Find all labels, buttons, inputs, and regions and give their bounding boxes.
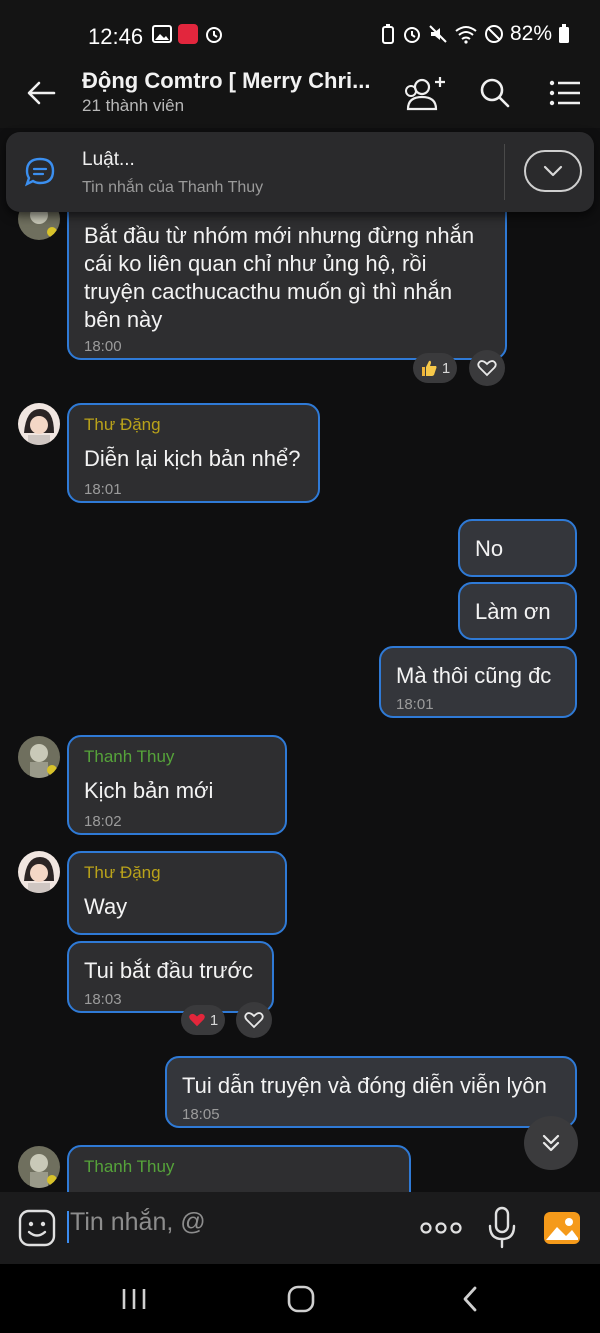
battery-saver-icon [381, 24, 394, 44]
message-time: 18:05 [182, 1106, 220, 1123]
message-bubble[interactable]: Tui bắt đầu trước 18:03 [67, 941, 274, 1013]
expand-pinned-button[interactable] [524, 150, 582, 192]
alarm-notification-icon [206, 27, 222, 43]
avatar[interactable] [18, 851, 60, 893]
do-not-disturb-icon [484, 25, 503, 43]
nav-back-icon [463, 1286, 477, 1312]
sender-name[interactable]: Thư Đặng [84, 863, 161, 883]
more-options-icon[interactable] [418, 1212, 464, 1244]
react-heart-button[interactable] [469, 350, 505, 386]
message-list[interactable]: Bắt đầu từ nhóm mới nhưng đừng nhắn cái … [0, 128, 600, 1192]
message-time: 18:03 [84, 991, 122, 1008]
recent-apps-icon [122, 1289, 146, 1309]
group-title[interactable]: Động Comtro [ Merry Chri... [82, 68, 382, 94]
mangatoon-app-icon [178, 24, 198, 44]
message-text: truyện cacthucacthu muốn gì thì nhắn [84, 279, 453, 304]
divider [504, 144, 505, 200]
sender-name[interactable]: Thanh Thuy [84, 747, 174, 767]
home-button[interactable] [281, 1284, 321, 1314]
add-member-icon [405, 77, 445, 111]
reaction-count: 1 [441, 359, 451, 377]
system-navigation-bar [0, 1264, 600, 1333]
message-bubble-outgoing[interactable]: No [458, 519, 577, 577]
message-text: Tui dẫn truyện và đóng diễn viễn lyôn [182, 1073, 547, 1098]
chevron-down-icon [543, 165, 563, 177]
reaction-chip[interactable]: 1 [413, 353, 457, 383]
message-input-bar [0, 1192, 600, 1264]
message-bubble[interactable]: Thanh Thuy Kịch bản mới 18:02 [67, 735, 287, 835]
message-text: Diễn lại kịch bản nhể? [84, 446, 301, 471]
message-text: No [475, 536, 504, 561]
microphone-icon[interactable] [486, 1206, 518, 1250]
reaction-count: 1 [209, 1011, 219, 1029]
pinned-subtitle: Tin nhắn của Thanh Thuy [82, 179, 264, 196]
pinned-title: Luật... [82, 149, 135, 170]
gallery-notification-icon [152, 25, 172, 43]
avatar-image [18, 403, 60, 445]
back-arrow-icon[interactable] [24, 76, 58, 110]
heart-icon [189, 1013, 205, 1027]
message-text: Tui bắt đầu trước [84, 958, 253, 983]
home-icon [287, 1285, 315, 1313]
heart-outline-icon [477, 360, 497, 377]
member-count[interactable]: 21 thành viên [82, 96, 184, 116]
double-chevron-down-icon [542, 1134, 560, 1152]
message-bubble-outgoing[interactable]: Tui dẫn truyện và đóng diễn viễn lyôn 18… [165, 1056, 577, 1128]
reaction-chip[interactable]: 1 [181, 1005, 225, 1035]
battery-percent: 82% [509, 22, 552, 45]
sticker-emoji-icon[interactable] [18, 1209, 56, 1247]
message-text: Bắt đầu từ nhóm mới nhưng đừng nhắn [84, 223, 475, 248]
avatar-image [18, 1146, 60, 1188]
mute-icon [429, 25, 447, 43]
message-bubble[interactable]: Thư Đặng Way [67, 851, 287, 935]
message-bubble[interactable]: Bắt đầu từ nhóm mới nhưng đừng nhắn cái … [67, 198, 507, 360]
message-text: Mà thôi cũng đc [396, 663, 552, 688]
message-text: bên này [84, 307, 163, 332]
wifi-icon [455, 26, 477, 44]
status-bar: 12:46 82% [0, 0, 600, 56]
avatar[interactable] [18, 736, 60, 778]
message-time: 18:01 [84, 481, 122, 498]
nav-back-button[interactable] [450, 1284, 490, 1314]
message-bubble[interactable]: Thanh Thuy [67, 1145, 411, 1192]
avatar-image [18, 736, 60, 778]
add-member-button[interactable] [402, 70, 448, 116]
sender-name[interactable]: Thanh Thuy [84, 1157, 174, 1177]
status-time: 12:46 [88, 24, 144, 49]
message-time: 18:02 [84, 813, 122, 830]
search-icon [480, 78, 510, 108]
pinned-message-banner[interactable]: Luật... Tin nhắn của Thanh Thuy [6, 132, 594, 212]
react-heart-button[interactable] [236, 1002, 272, 1038]
message-text: cái ko liên quan chỉ như ủng hộ, rồi [84, 251, 427, 276]
search-button[interactable] [472, 70, 518, 116]
sender-name[interactable]: Thư Đặng [84, 415, 161, 435]
message-time: 18:01 [396, 696, 434, 713]
message-text: Kịch bản mới [84, 778, 214, 803]
gallery-icon[interactable] [542, 1208, 582, 1248]
recent-apps-button[interactable] [114, 1284, 154, 1314]
heart-outline-icon [244, 1012, 264, 1029]
battery-icon [559, 24, 569, 43]
message-bubble-outgoing[interactable]: Mà thôi cũng đc 18:01 [379, 646, 577, 718]
scroll-to-bottom-button[interactable] [524, 1116, 578, 1170]
text-caret [67, 1211, 69, 1243]
avatar[interactable] [18, 403, 60, 445]
message-input[interactable] [70, 1208, 390, 1237]
pinned-chat-icon [24, 157, 55, 187]
list-menu-icon [549, 80, 580, 106]
message-time: 18:00 [84, 338, 122, 355]
avatar-image [18, 851, 60, 893]
thumbs-up-icon [421, 360, 437, 376]
message-bubble-outgoing[interactable]: Làm ơn [458, 582, 577, 640]
alarm-icon [403, 27, 420, 43]
chat-header: Động Comtro [ Merry Chri... 21 thành viê… [0, 56, 600, 128]
message-text: Way [84, 894, 128, 919]
message-bubble[interactable]: Thư Đặng Diễn lại kịch bản nhể? 18:01 [67, 403, 320, 503]
message-text: Làm ơn [475, 599, 551, 624]
menu-button[interactable] [542, 70, 588, 116]
avatar[interactable] [18, 1146, 60, 1188]
